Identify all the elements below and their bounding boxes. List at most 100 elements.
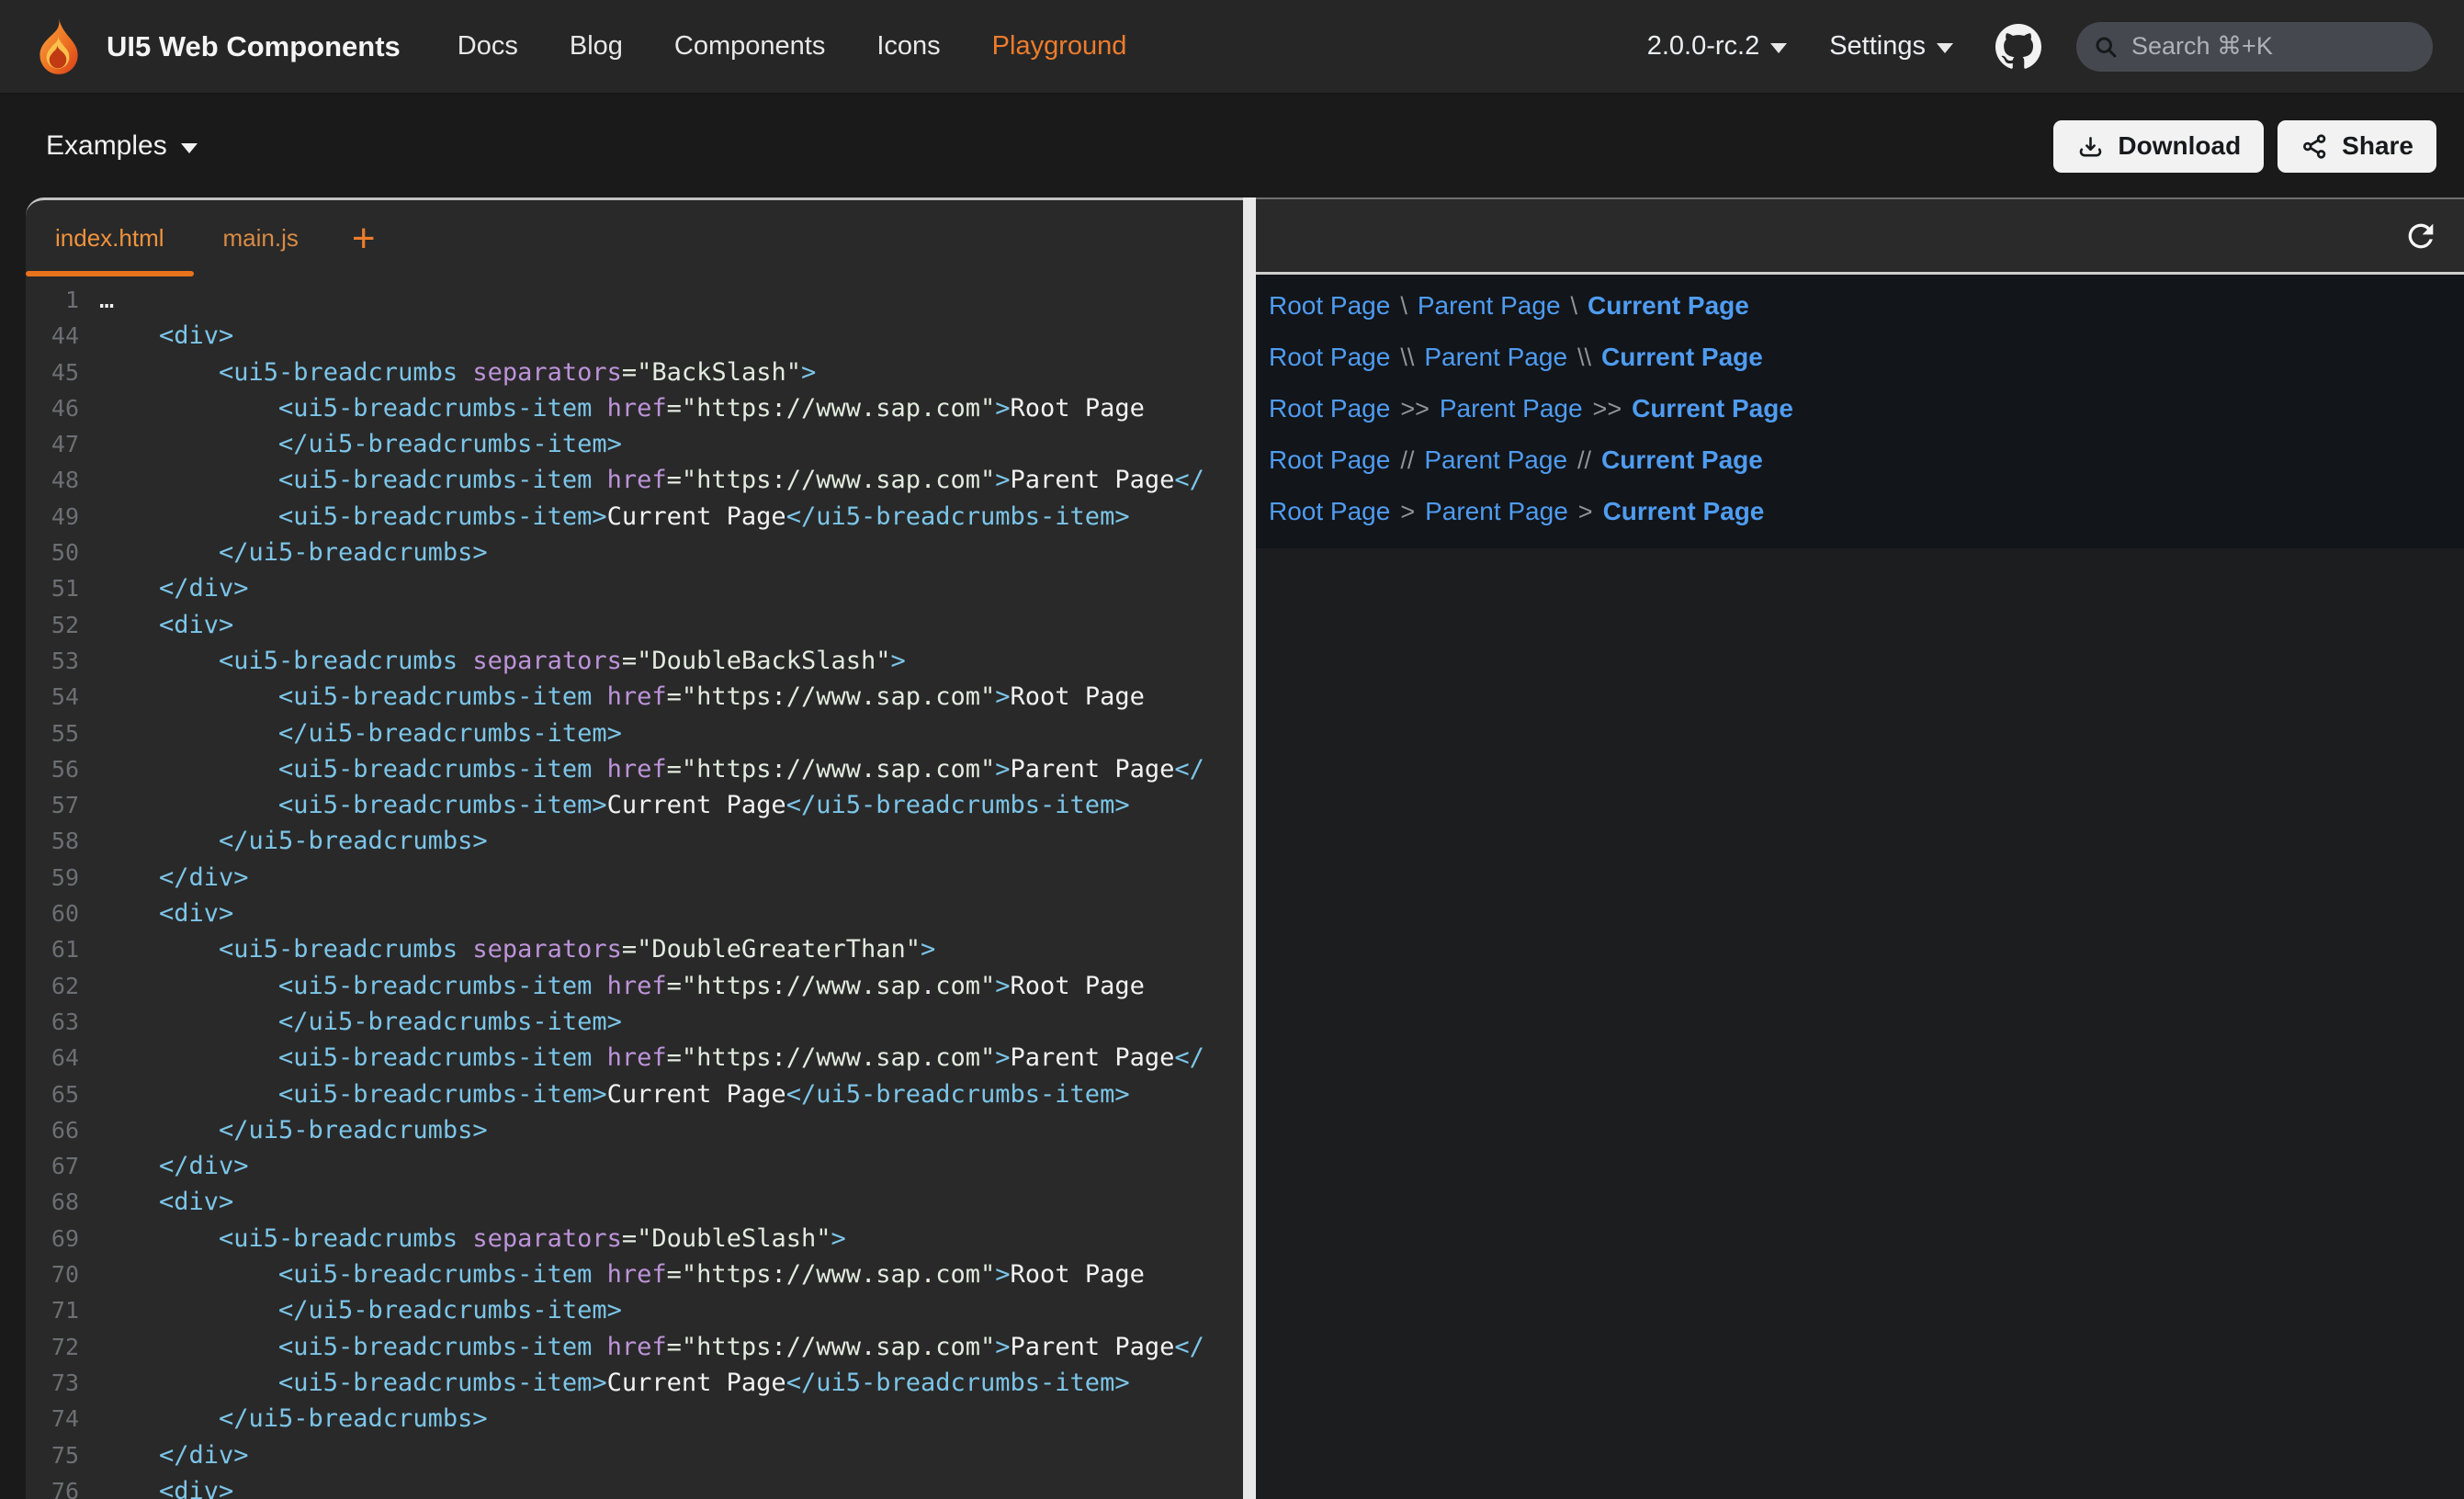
line-number: 76	[26, 1473, 99, 1499]
breadcrumb-separator: >>	[1400, 395, 1430, 423]
breadcrumb-root-page[interactable]: Root Page	[1269, 394, 1390, 423]
code-line[interactable]: 45<ui5-breadcrumbs separators="BackSlash…	[26, 355, 1243, 390]
line-number: 73	[26, 1365, 99, 1401]
code-line[interactable]: 57<ui5-breadcrumbs-item>Current Page</ui…	[26, 787, 1243, 823]
nav-item-playground[interactable]: Playground	[992, 31, 1127, 62]
code-line[interactable]: 55</ui5-breadcrumbs-item>	[26, 716, 1243, 751]
breadcrumb-current-page: Current Page	[1601, 445, 1763, 475]
code-line[interactable]: 65<ui5-breadcrumbs-item>Current Page</ui…	[26, 1076, 1243, 1112]
breadcrumb-parent-page[interactable]: Parent Page	[1425, 497, 1568, 526]
breadcrumb-current-page: Current Page	[1601, 343, 1763, 372]
code-line-content: <ui5-breadcrumbs-item href="https://www.…	[99, 390, 1145, 426]
breadcrumb-parent-page[interactable]: Parent Page	[1418, 291, 1561, 321]
code-line[interactable]: 66</ui5-breadcrumbs>	[26, 1112, 1243, 1148]
code-line[interactable]: 59</div>	[26, 860, 1243, 896]
code-line[interactable]: 68<div>	[26, 1184, 1243, 1220]
add-tab-button[interactable]: +	[328, 200, 400, 276]
code-line[interactable]: 50</ui5-breadcrumbs>	[26, 535, 1243, 570]
code-line[interactable]: 51</div>	[26, 570, 1243, 606]
share-button[interactable]: Share	[2278, 120, 2436, 173]
line-number: 75	[26, 1437, 99, 1473]
code-line-content: </div>	[99, 570, 249, 606]
code-line[interactable]: 74</ui5-breadcrumbs>	[26, 1401, 1243, 1437]
code-line[interactable]: 67</div>	[26, 1148, 1243, 1184]
code-line[interactable]: 53<ui5-breadcrumbs separators="DoubleBac…	[26, 643, 1243, 679]
download-cloud-icon	[2076, 132, 2105, 161]
code-line[interactable]: 64<ui5-breadcrumbs-item href="https://ww…	[26, 1040, 1243, 1076]
code-line[interactable]: 52<div>	[26, 607, 1243, 643]
code-line[interactable]: 49<ui5-breadcrumbs-item>Current Page</ui…	[26, 499, 1243, 535]
line-number: 56	[26, 751, 99, 787]
settings-dropdown[interactable]: Settings	[1829, 31, 1953, 62]
chevron-down-icon	[1770, 43, 1787, 53]
code-line-content: </ui5-breadcrumbs-item>	[99, 1292, 622, 1328]
nav-item-blog[interactable]: Blog	[570, 31, 623, 62]
code-line[interactable]: 1…	[26, 282, 1243, 318]
share-label: Share	[2342, 131, 2413, 161]
code-line[interactable]: 61<ui5-breadcrumbs separators="DoubleGre…	[26, 931, 1243, 967]
line-number: 70	[26, 1257, 99, 1292]
code-line[interactable]: 60<div>	[26, 896, 1243, 931]
code-line[interactable]: 72<ui5-breadcrumbs-item href="https://ww…	[26, 1329, 1243, 1365]
breadcrumb-parent-page[interactable]: Parent Page	[1424, 343, 1567, 372]
code-line[interactable]: 46<ui5-breadcrumbs-item href="https://ww…	[26, 390, 1243, 426]
breadcrumb-root-page[interactable]: Root Page	[1269, 497, 1390, 526]
code-area[interactable]: 1…44<div>45<ui5-breadcrumbs separators="…	[26, 276, 1243, 1499]
breadcrumb-root-page[interactable]: Root Page	[1269, 343, 1390, 372]
code-line-content: </div>	[99, 860, 249, 896]
line-number: 46	[26, 390, 99, 426]
code-line[interactable]: 58</ui5-breadcrumbs>	[26, 823, 1243, 859]
breadcrumb-parent-page[interactable]: Parent Page	[1424, 445, 1567, 475]
nav-item-components[interactable]: Components	[674, 31, 825, 62]
breadcrumb-parent-page[interactable]: Parent Page	[1440, 394, 1583, 423]
line-number: 62	[26, 968, 99, 1004]
tab-index-html[interactable]: index.html	[26, 200, 194, 276]
refresh-icon[interactable]	[2402, 217, 2440, 255]
github-icon[interactable]	[1995, 24, 2041, 70]
code-line[interactable]: 75</div>	[26, 1437, 1243, 1473]
code-line[interactable]: 76<div>	[26, 1473, 1243, 1499]
code-line[interactable]: 71</ui5-breadcrumbs-item>	[26, 1292, 1243, 1328]
code-line[interactable]: 69<ui5-breadcrumbs separators="DoubleSla…	[26, 1221, 1243, 1257]
code-line-content: <ui5-breadcrumbs-item href="https://www.…	[99, 1257, 1145, 1292]
code-line[interactable]: 48<ui5-breadcrumbs-item href="https://ww…	[26, 462, 1243, 498]
search-input[interactable]	[2130, 31, 2416, 62]
breadcrumb-separator: //	[1577, 446, 1591, 475]
code-line-content: <div>	[99, 1184, 233, 1220]
line-number: 68	[26, 1184, 99, 1220]
breadcrumb-separator: \\	[1400, 344, 1414, 372]
breadcrumb-root-page[interactable]: Root Page	[1269, 291, 1390, 321]
code-line[interactable]: 70<ui5-breadcrumbs-item href="https://ww…	[26, 1257, 1243, 1292]
breadcrumb-row: Root Page\\Parent Page\\Current Page	[1269, 332, 2464, 383]
code-line[interactable]: 62<ui5-breadcrumbs-item href="https://ww…	[26, 968, 1243, 1004]
breadcrumb-separator: >	[1578, 498, 1593, 526]
breadcrumb-row: Root Page>Parent Page>Current Page	[1269, 486, 2464, 537]
code-line-content: </ui5-breadcrumbs>	[99, 823, 488, 859]
code-line[interactable]: 56<ui5-breadcrumbs-item href="https://ww…	[26, 751, 1243, 787]
code-line-content: <ui5-breadcrumbs-item href="https://www.…	[99, 1040, 1204, 1076]
code-line[interactable]: 63</ui5-breadcrumbs-item>	[26, 1004, 1243, 1040]
code-line-content: <ui5-breadcrumbs-item>Current Page</ui5-…	[99, 1365, 1130, 1401]
code-line[interactable]: 54<ui5-breadcrumbs-item href="https://ww…	[26, 679, 1243, 715]
code-line[interactable]: 47</ui5-breadcrumbs-item>	[26, 426, 1243, 462]
breadcrumb-root-page[interactable]: Root Page	[1269, 445, 1390, 475]
nav-item-icons[interactable]: Icons	[876, 31, 940, 62]
line-number: 67	[26, 1148, 99, 1184]
download-button[interactable]: Download	[2053, 120, 2264, 173]
line-number: 72	[26, 1329, 99, 1365]
tab-main-js[interactable]: main.js	[194, 200, 328, 276]
examples-dropdown[interactable]: Examples	[46, 130, 198, 162]
nav-item-docs[interactable]: Docs	[458, 31, 518, 62]
code-line[interactable]: 73<ui5-breadcrumbs-item>Current Page</ui…	[26, 1365, 1243, 1401]
breadcrumb-row: Root Page>>Parent Page>>Current Page	[1269, 383, 2464, 434]
share-icon	[2300, 132, 2329, 161]
ui5-phoenix-logo-icon[interactable]	[28, 17, 88, 77]
brand-title[interactable]: UI5 Web Components	[107, 30, 401, 63]
split-resize-handle[interactable]	[1243, 197, 1256, 1499]
code-line[interactable]: 44<div>	[26, 318, 1243, 354]
breadcrumb-row: Root Page\Parent Page\Current Page	[1269, 280, 2464, 332]
line-number: 50	[26, 535, 99, 570]
version-label: 2.0.0-rc.2	[1647, 31, 1760, 62]
version-dropdown[interactable]: 2.0.0-rc.2	[1647, 31, 1788, 62]
code-line-content: <ui5-breadcrumbs-item href="https://www.…	[99, 751, 1204, 787]
